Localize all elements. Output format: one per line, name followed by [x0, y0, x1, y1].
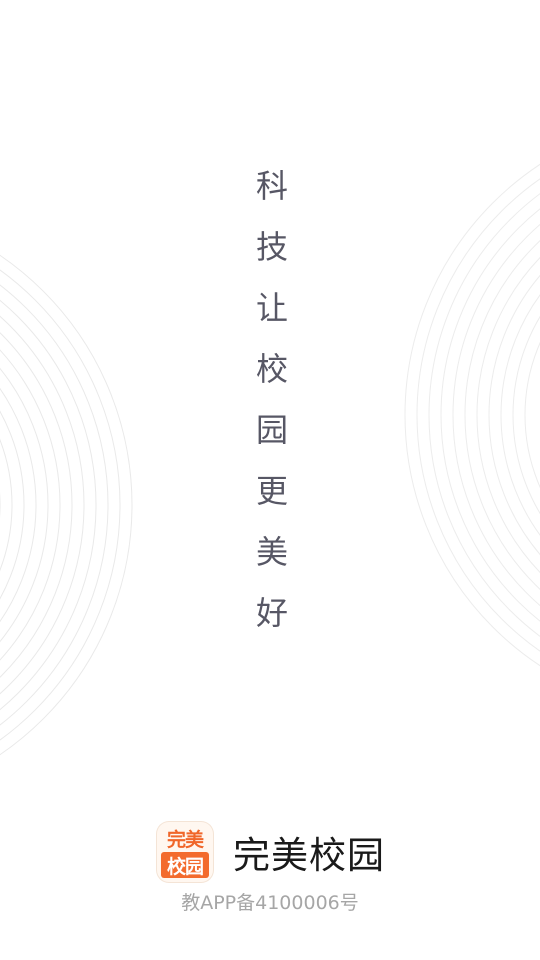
slogan-char: 好 — [255, 594, 288, 632]
vertical-slogan: 科 技 让 校 园 更 美 好 — [240, 156, 304, 644]
app-name: 完美校园 — [233, 834, 385, 877]
brand-lockup: 完美 校园 完美校园 — [157, 821, 385, 883]
slogan-char: 技 — [255, 228, 288, 266]
splash-screen: 科 技 让 校 园 更 美 好 完美 校园 完美校园 教APP备4100006号 — [0, 0, 540, 960]
license-number: 教APP备4100006号 — [181, 892, 359, 914]
slogan-char: 美 — [255, 533, 288, 571]
slogan-char: 更 — [255, 472, 288, 510]
right-ripples — [404, 163, 540, 667]
slogan-char: 让 — [255, 289, 288, 327]
slogan-char: 科 — [255, 167, 288, 205]
slogan-char: 校 — [255, 350, 288, 388]
slogan-char: 园 — [255, 411, 288, 449]
left-ripples — [0, 254, 133, 756]
logo-top-text: 完美 — [166, 828, 204, 851]
logo-bottom-text: 校园 — [161, 852, 209, 878]
app-logo-icon: 完美 校园 — [157, 822, 213, 882]
